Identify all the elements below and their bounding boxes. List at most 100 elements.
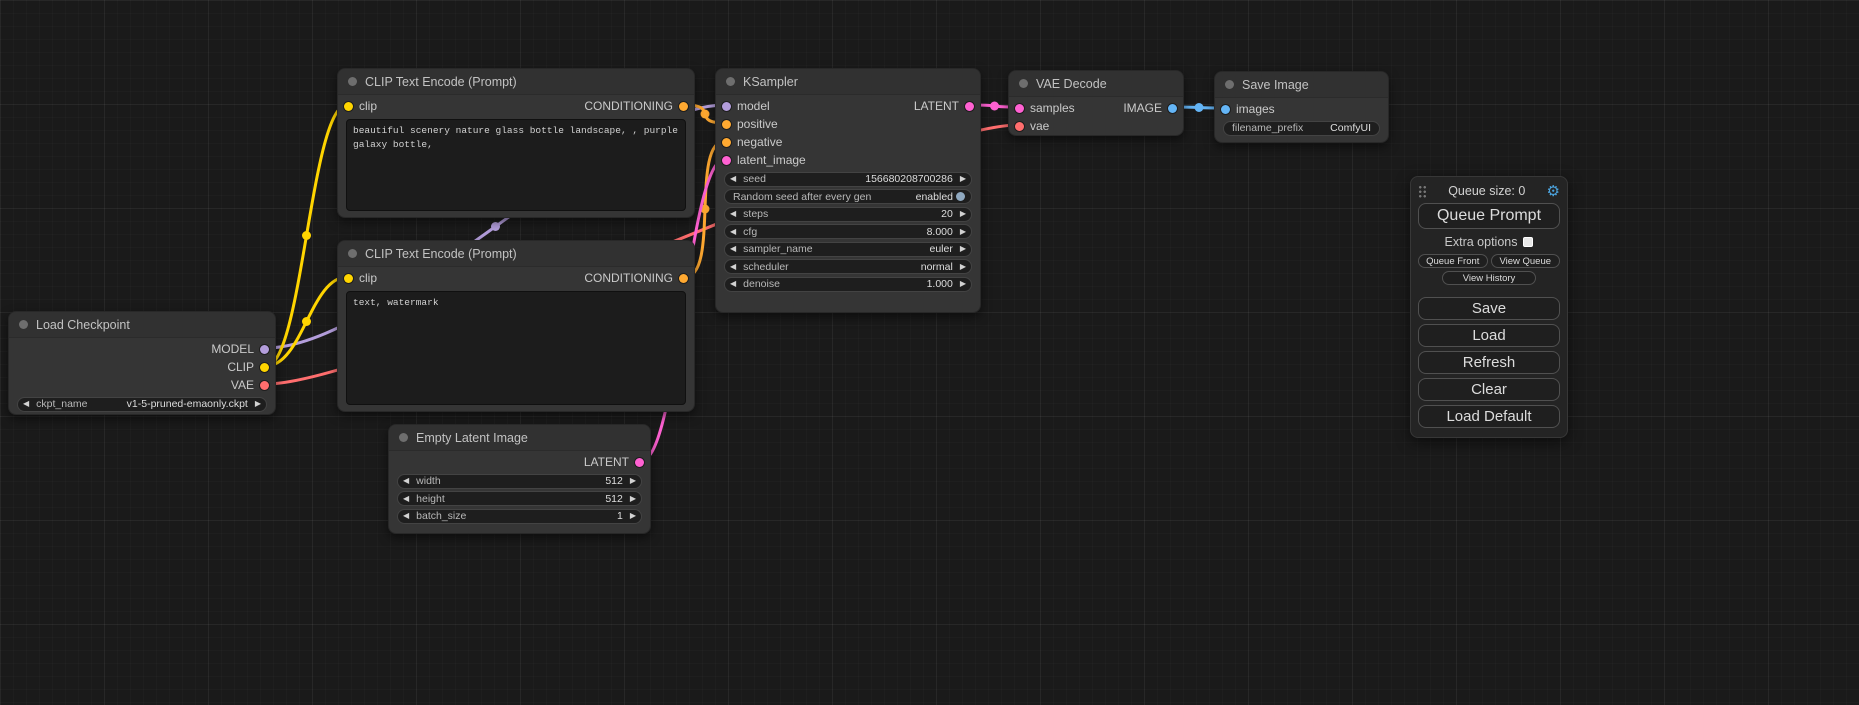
positive-input-dot[interactable] xyxy=(722,120,731,129)
widget-scheduler[interactable]: ◀ scheduler normal ▶ xyxy=(724,259,972,274)
widget-denoise[interactable]: ◀ denoise 1.000 ▶ xyxy=(724,277,972,292)
collapse-dot[interactable] xyxy=(348,249,357,258)
model-output-dot[interactable] xyxy=(260,345,269,354)
slot-row-negative: negative xyxy=(716,133,980,151)
widget-height[interactable]: ◀ height 512 ▶ xyxy=(397,491,642,506)
negative-prompt-textarea[interactable]: text, watermark xyxy=(346,291,686,405)
latent-output-dot[interactable] xyxy=(635,458,644,467)
decrement-arrow-icon[interactable]: ◀ xyxy=(403,512,409,520)
latent-output-label: LATENT xyxy=(914,99,959,113)
node-vae-decode-titlebar[interactable]: VAE Decode xyxy=(1009,71,1183,97)
collapse-dot[interactable] xyxy=(348,77,357,86)
conditioning-output-dot[interactable] xyxy=(679,102,688,111)
conditioning-output-dot[interactable] xyxy=(679,274,688,283)
link-midpoint-samples[interactable] xyxy=(990,102,999,111)
decrement-arrow-icon[interactable]: ◀ xyxy=(403,477,409,485)
negative-input-dot[interactable] xyxy=(722,138,731,147)
latent-image-input-dot[interactable] xyxy=(722,156,731,165)
view-queue-button[interactable]: View Queue xyxy=(1491,254,1561,268)
widget-filename-prefix[interactable]: filename_prefix ComfyUI xyxy=(1223,121,1380,136)
increment-arrow-icon[interactable]: ▶ xyxy=(960,245,966,253)
node-empty-latent-titlebar[interactable]: Empty Latent Image xyxy=(389,425,650,451)
settings-gear-icon[interactable]: ⚙ xyxy=(1547,184,1560,199)
toggle-enabled-dot[interactable] xyxy=(956,192,965,201)
node-clip-text-encode-positive[interactable]: CLIP Text Encode (Prompt) clip CONDITION… xyxy=(337,68,695,218)
widget-batch-size[interactable]: ◀ batch_size 1 ▶ xyxy=(397,509,642,524)
widget-random-seed-toggle[interactable]: Random seed after every gen enabled xyxy=(724,189,972,204)
node-load-checkpoint[interactable]: Load Checkpoint MODEL CLIP VAE xyxy=(8,311,276,415)
clip-input-dot[interactable] xyxy=(344,274,353,283)
decrement-arrow-icon[interactable]: ◀ xyxy=(730,263,736,271)
increment-arrow-icon[interactable]: ▶ xyxy=(960,263,966,271)
widget-sampler-name[interactable]: ◀ sampler_name euler ▶ xyxy=(724,242,972,257)
refresh-button[interactable]: Refresh xyxy=(1418,351,1560,374)
images-input-dot[interactable] xyxy=(1221,105,1230,114)
view-history-button[interactable]: View History xyxy=(1442,271,1536,285)
model-input-dot[interactable] xyxy=(722,102,731,111)
increment-arrow-icon[interactable]: ▶ xyxy=(630,512,636,520)
decrement-arrow-icon[interactable]: ◀ xyxy=(23,400,29,408)
clip-output-dot[interactable] xyxy=(260,363,269,372)
node-clip-negative-titlebar[interactable]: CLIP Text Encode (Prompt) xyxy=(338,241,694,267)
increment-arrow-icon[interactable]: ▶ xyxy=(960,210,966,218)
collapse-dot[interactable] xyxy=(399,433,408,442)
link-midpoint-clip-to-negative[interactable] xyxy=(302,317,311,326)
samples-input-dot[interactable] xyxy=(1015,104,1024,113)
increment-arrow-icon[interactable]: ▶ xyxy=(255,400,261,408)
link-midpoint-model[interactable] xyxy=(491,222,500,231)
link-clip-to-positive xyxy=(266,105,347,366)
vae-output-dot[interactable] xyxy=(260,381,269,390)
decrement-arrow-icon[interactable]: ◀ xyxy=(730,210,736,218)
load-button[interactable]: Load xyxy=(1418,324,1560,347)
node-save-image-titlebar[interactable]: Save Image xyxy=(1215,72,1388,98)
widget-name: ckpt_name xyxy=(36,398,87,410)
link-midpoint-image[interactable] xyxy=(1195,103,1204,112)
widget-name: seed xyxy=(743,173,766,185)
node-save-image[interactable]: Save Image images filename_prefix ComfyU… xyxy=(1214,71,1389,143)
link-midpoint-conditioning-negative[interactable] xyxy=(701,205,710,214)
node-ksampler[interactable]: KSampler model LATENT positive xyxy=(715,68,981,313)
node-load-checkpoint-titlebar[interactable]: Load Checkpoint xyxy=(9,312,275,338)
widget-width[interactable]: ◀ width 512 ▶ xyxy=(397,474,642,489)
widget-steps[interactable]: ◀ steps 20 ▶ xyxy=(724,207,972,222)
slot-row-images: images xyxy=(1215,100,1388,118)
extra-options-checkbox[interactable] xyxy=(1523,237,1533,247)
clip-input-dot[interactable] xyxy=(344,102,353,111)
decrement-arrow-icon[interactable]: ◀ xyxy=(403,495,409,503)
queue-front-button[interactable]: Queue Front xyxy=(1418,254,1488,268)
queue-prompt-button[interactable]: Queue Prompt xyxy=(1418,203,1560,229)
collapse-dot[interactable] xyxy=(726,77,735,86)
decrement-arrow-icon[interactable]: ◀ xyxy=(730,280,736,288)
link-midpoint-clip-to-positive[interactable] xyxy=(302,231,311,240)
slot-row-clip-conditioning: clip CONDITIONING xyxy=(338,269,694,287)
node-clip-text-encode-negative[interactable]: CLIP Text Encode (Prompt) clip CONDITION… xyxy=(337,240,695,412)
link-midpoint-conditioning-positive[interactable] xyxy=(701,110,710,119)
increment-arrow-icon[interactable]: ▶ xyxy=(960,280,966,288)
widget-cfg[interactable]: ◀ cfg 8.000 ▶ xyxy=(724,224,972,239)
decrement-arrow-icon[interactable]: ◀ xyxy=(730,245,736,253)
collapse-dot[interactable] xyxy=(19,320,28,329)
increment-arrow-icon[interactable]: ▶ xyxy=(630,495,636,503)
save-button[interactable]: Save xyxy=(1418,297,1560,320)
vae-input-dot[interactable] xyxy=(1015,122,1024,131)
drag-handle-icon[interactable] xyxy=(1418,185,1427,198)
image-output-dot[interactable] xyxy=(1168,104,1177,113)
increment-arrow-icon[interactable]: ▶ xyxy=(960,228,966,236)
load-default-button[interactable]: Load Default xyxy=(1418,405,1560,428)
node-ksampler-titlebar[interactable]: KSampler xyxy=(716,69,980,95)
node-vae-decode[interactable]: VAE Decode samples IMAGE vae xyxy=(1008,70,1184,136)
decrement-arrow-icon[interactable]: ◀ xyxy=(730,228,736,236)
latent-output-dot[interactable] xyxy=(965,102,974,111)
widget-seed[interactable]: ◀ seed 156680208700286 ▶ xyxy=(724,172,972,187)
node-clip-positive-titlebar[interactable]: CLIP Text Encode (Prompt) xyxy=(338,69,694,95)
clear-button[interactable]: Clear xyxy=(1418,378,1560,401)
node-empty-latent-image[interactable]: Empty Latent Image LATENT ◀ width 512 ▶ … xyxy=(388,424,651,534)
collapse-dot[interactable] xyxy=(1225,80,1234,89)
decrement-arrow-icon[interactable]: ◀ xyxy=(730,175,736,183)
positive-prompt-textarea[interactable]: beautiful scenery nature glass bottle la… xyxy=(346,119,686,211)
increment-arrow-icon[interactable]: ▶ xyxy=(960,175,966,183)
increment-arrow-icon[interactable]: ▶ xyxy=(630,477,636,485)
collapse-dot[interactable] xyxy=(1019,79,1028,88)
graph-canvas[interactable]: Load Checkpoint MODEL CLIP VAE xyxy=(0,0,1859,705)
widget-ckpt-name[interactable]: ◀ ckpt_name v1-5-pruned-emaonly.ckpt ▶ xyxy=(17,397,267,412)
